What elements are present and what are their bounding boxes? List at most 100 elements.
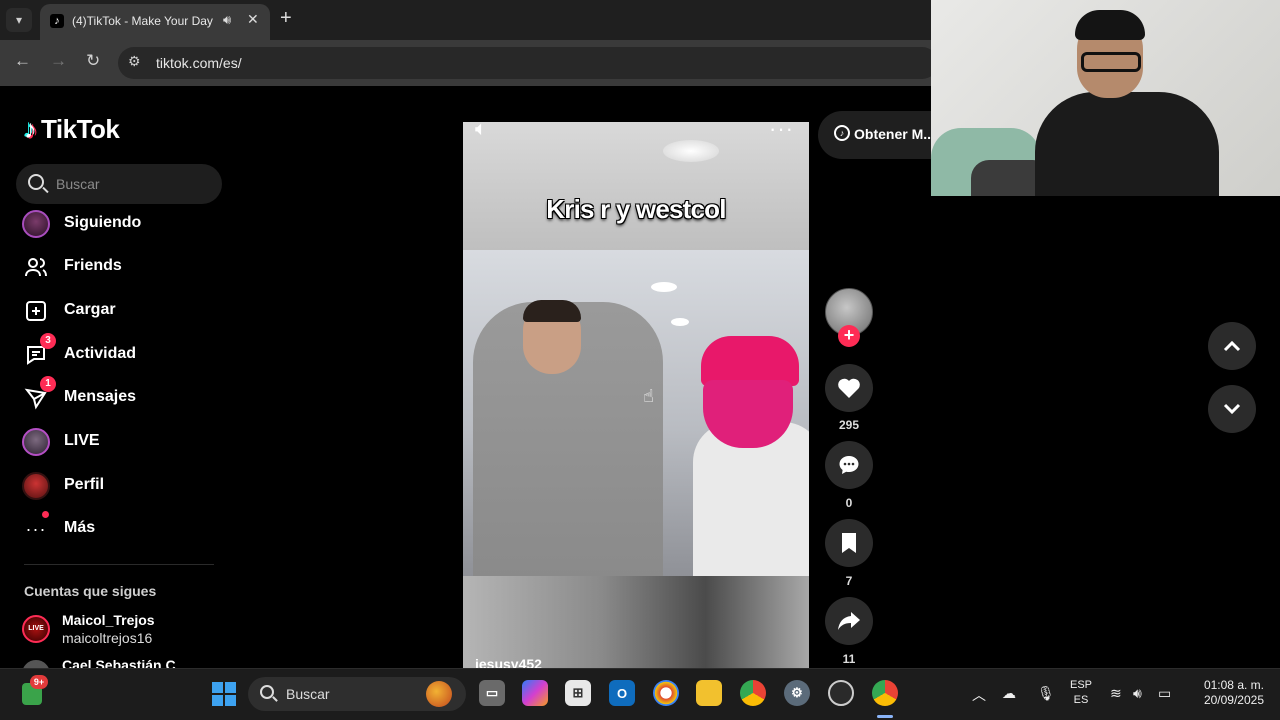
tab-title: (4)TikTok - Make Your Day <box>72 14 213 28</box>
site-info-icon[interactable]: ⚙︎ <box>128 53 141 70</box>
new-tab-button[interactable]: + <box>280 7 292 30</box>
friends-icon <box>20 251 52 283</box>
language-line2: ES <box>1073 694 1089 706</box>
save-count: 7 <box>845 574 853 588</box>
sidebar-item-mensajes[interactable]: 1 Mensajes <box>20 376 220 416</box>
show-hidden-icons-chevron-up-icon[interactable]: ︿ <box>972 685 986 705</box>
language-indicator[interactable]: ESP ES <box>1070 678 1092 708</box>
video-ceiling-light <box>651 282 677 292</box>
search-highlight-icon <box>426 681 452 707</box>
taskbar-search[interactable]: Buscar <box>248 677 466 711</box>
messages-badge: 1 <box>40 376 56 392</box>
tab-audio-icon[interactable]: 🔊︎ <box>223 12 231 28</box>
sidebar-item-cargar[interactable]: Cargar <box>20 293 220 329</box>
video-more-icon[interactable]: ··· <box>769 122 794 142</box>
tab-close-icon[interactable]: ✕ <box>247 11 259 28</box>
share-icon <box>838 612 860 630</box>
video-player[interactable]: Kris r y westcol 🔈︎ ··· jesusy452 ☝︎ <box>463 122 809 668</box>
follow-plus-icon[interactable]: + <box>838 325 860 347</box>
video-person-bandana <box>703 380 793 448</box>
video-caption: Kris r y westcol <box>546 194 726 224</box>
sidebar-item-siguiendo[interactable]: Siguiendo <box>20 206 220 242</box>
volume-icon[interactable]: 🔈︎ <box>475 122 487 141</box>
activity-badge: 3 <box>40 333 56 349</box>
chevron-up-icon <box>1223 340 1241 352</box>
sidebar-item-label: Cargar <box>64 301 116 318</box>
url-text[interactable]: tiktok.com/es/ <box>156 55 242 71</box>
search-icon <box>260 685 274 699</box>
tiktok-app-icon: ♪ <box>834 125 850 141</box>
sidebar-item-label: Siguiendo <box>64 214 142 231</box>
sidebar-item-live[interactable]: LIVE <box>20 424 220 460</box>
more-icon: ··· <box>25 518 47 539</box>
forward-icon[interactable]: → <box>50 51 67 71</box>
video-person-hair <box>523 300 581 322</box>
widgets-badge: 9+ <box>30 675 48 689</box>
battery-icon[interactable]: ▭ <box>1158 685 1171 702</box>
webcam-person-hair <box>1075 10 1145 40</box>
chrome-active-icon[interactable] <box>872 680 898 706</box>
back-icon[interactable]: ← <box>14 51 31 71</box>
settings-gear-icon[interactable]: ⚙ <box>784 680 810 706</box>
share-count: 11 <box>842 652 856 666</box>
outlook-icon[interactable]: O <box>609 680 635 706</box>
taskbar-search-label: Buscar <box>286 686 330 702</box>
account-avatar <box>22 660 50 668</box>
video-ceiling-light <box>671 318 689 326</box>
obs-icon[interactable] <box>828 680 854 706</box>
sidebar-item-mas[interactable]: ··· Más <box>20 511 220 547</box>
tab-search-button[interactable]: ▾ <box>6 8 32 32</box>
chrome-canary-icon[interactable] <box>653 680 679 706</box>
following-account[interactable]: Cael Sebastián C <box>22 656 222 668</box>
share-button[interactable] <box>825 597 873 645</box>
taskbar: 9+ Buscar ▭ ⊞ O ⚙ ︿ ☁ 🎙︎ ESP ES ≋ 🔊︎ ▭ 0… <box>0 668 1280 720</box>
file-explorer-icon[interactable] <box>696 680 722 706</box>
save-button[interactable] <box>825 519 873 567</box>
browser-tab[interactable]: ♪ (4)TikTok - Make Your Day 🔊︎ ✕ <box>40 4 270 40</box>
tiktok-note-icon: ♪ <box>24 113 37 144</box>
sidebar-item-friends[interactable]: Friends <box>20 249 220 285</box>
address-bar[interactable]: ⚙︎ tiktok.com/es/ <box>118 47 938 79</box>
like-count: 295 <box>838 418 860 432</box>
following-account[interactable]: LIVE Maicol_Trejos maicoltrejos16 <box>22 611 222 647</box>
webcam-person-body <box>1035 92 1219 196</box>
bookmark-icon <box>842 533 856 553</box>
comment-button[interactable] <box>825 441 873 489</box>
task-view-icon[interactable]: ▭ <box>479 680 505 706</box>
sidebar-item-label: LIVE <box>64 432 100 449</box>
video-person-hat <box>701 336 799 386</box>
webcam-person-glasses <box>1081 52 1141 72</box>
speaker-icon[interactable]: 🔊︎ <box>1133 685 1142 702</box>
sidebar-item-label: Actividad <box>64 345 137 362</box>
tiktok-logo[interactable]: ♪ TikTok <box>24 112 120 146</box>
search-icon <box>28 174 44 190</box>
following-section-title: Cuentas que sigues <box>24 583 157 599</box>
clock-time: 01:08 a. m. <box>1203 678 1264 692</box>
sidebar-item-actividad[interactable]: 3 Actividad <box>20 333 220 373</box>
microphone-icon[interactable]: 🎙︎ <box>1037 685 1055 702</box>
heart-icon <box>838 378 860 398</box>
account-avatar: LIVE <box>22 615 50 643</box>
onedrive-cloud-icon[interactable]: ☁ <box>1002 685 1016 702</box>
sidebar-divider <box>24 564 214 565</box>
next-video-button[interactable] <box>1208 385 1256 433</box>
reload-icon[interactable]: ↻ <box>86 51 100 71</box>
sidebar-item-label: Perfil <box>64 476 105 493</box>
video-author[interactable]: jesusy452 <box>475 656 542 668</box>
search-box[interactable] <box>16 164 222 204</box>
copilot-icon[interactable] <box>522 680 548 706</box>
wifi-icon[interactable]: ≋ <box>1110 685 1122 702</box>
chrome-icon[interactable] <box>740 680 766 706</box>
system-clock[interactable]: 01:08 a. m. 20/09/2025 <box>1180 678 1264 708</box>
microsoft-store-icon[interactable]: ⊞ <box>565 680 591 706</box>
previous-video-button[interactable] <box>1208 322 1256 370</box>
comment-count: 0 <box>845 496 853 510</box>
comment-icon <box>839 456 859 474</box>
get-app-label: Obtener M... <box>854 126 935 142</box>
search-input[interactable] <box>56 174 216 194</box>
sidebar-item-perfil[interactable]: Perfil <box>20 468 220 504</box>
video-frame-top <box>463 122 809 250</box>
logo-text: TikTok <box>41 113 120 144</box>
start-button[interactable] <box>212 682 236 706</box>
like-button[interactable] <box>825 364 873 412</box>
